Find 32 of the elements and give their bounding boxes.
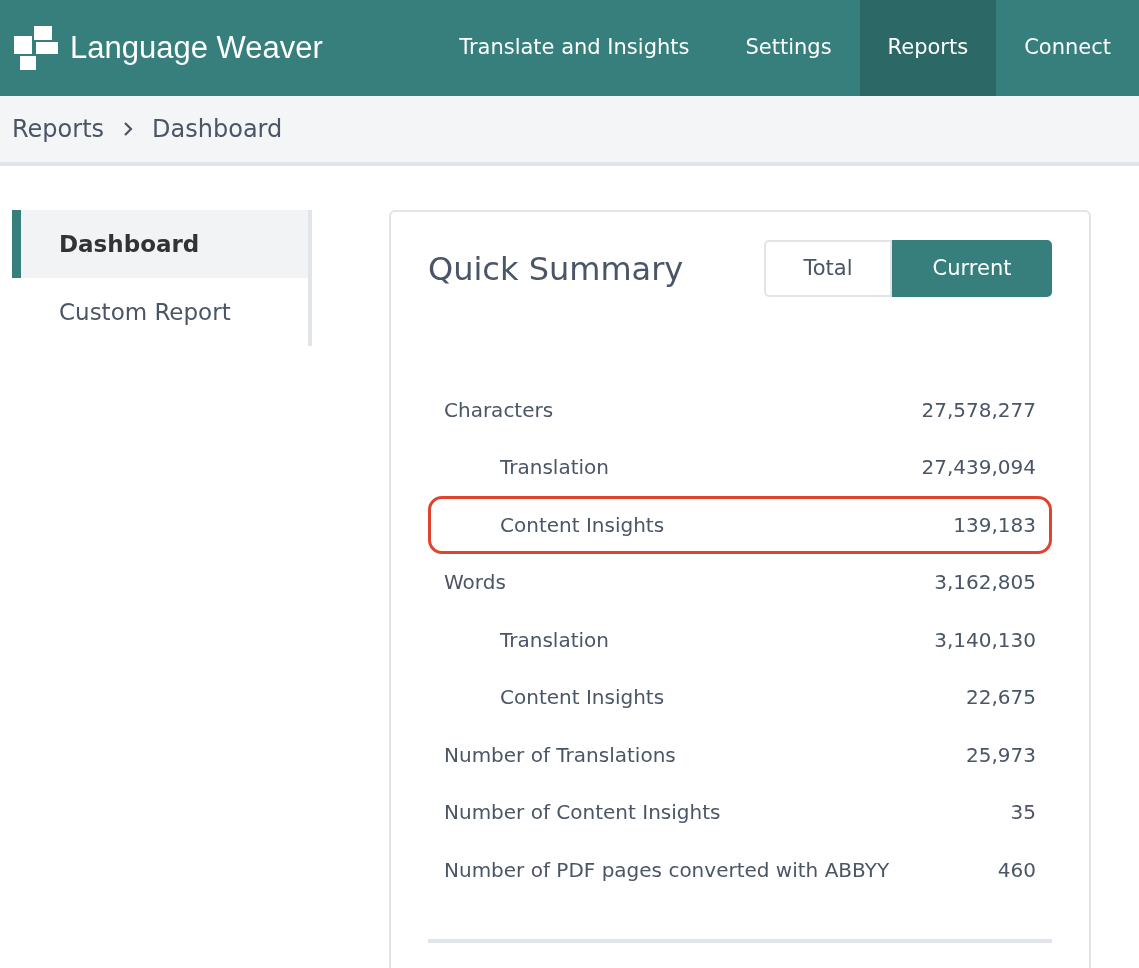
- nav-tab[interactable]: Reports: [859, 0, 997, 96]
- sidebar-item[interactable]: Dashboard: [12, 210, 308, 278]
- metric-value: 35: [1010, 799, 1036, 827]
- metric-value: 22,675: [966, 684, 1036, 712]
- metric-label: Content Insights: [499, 511, 665, 539]
- sidebar-item[interactable]: Custom Report: [12, 278, 308, 346]
- toggle-option[interactable]: Current: [892, 240, 1052, 297]
- metric-label: Translation: [499, 454, 609, 482]
- metric-label: Words: [444, 569, 506, 597]
- nav-tab[interactable]: Connect: [996, 0, 1139, 96]
- card-title: Quick Summary: [428, 248, 684, 290]
- metric-label: Content Insights: [499, 684, 665, 712]
- metric-value: 27,578,277: [921, 396, 1036, 424]
- nav-tab[interactable]: Translate and Insights: [431, 0, 718, 96]
- breadcrumb-link[interactable]: Dashboard: [152, 111, 283, 147]
- metric-label: Characters: [444, 396, 554, 424]
- metric-value: 3,162,805: [934, 569, 1036, 597]
- toggle-option[interactable]: Total: [764, 240, 892, 297]
- logo-text: Language Weaver: [70, 28, 323, 67]
- metric-value: 3,140,130: [934, 626, 1036, 654]
- metric-value: 139,183: [953, 511, 1036, 539]
- metric-label: Number of Content Insights: [444, 799, 721, 827]
- metric-label: Number of Translations: [444, 741, 676, 769]
- metric-value: 460: [997, 856, 1036, 884]
- metric-value: 25,973: [966, 741, 1036, 769]
- breadcrumb-link[interactable]: Reports: [12, 111, 105, 147]
- metric-label: Number of PDF pages converted with ABBYY: [444, 856, 890, 884]
- chevron-right-icon: [122, 121, 135, 137]
- metric-value: 27,439,094: [921, 454, 1036, 482]
- logo-icon: [14, 26, 60, 70]
- metric-label: Translation: [499, 626, 609, 654]
- nav-tab[interactable]: Settings: [717, 0, 860, 96]
